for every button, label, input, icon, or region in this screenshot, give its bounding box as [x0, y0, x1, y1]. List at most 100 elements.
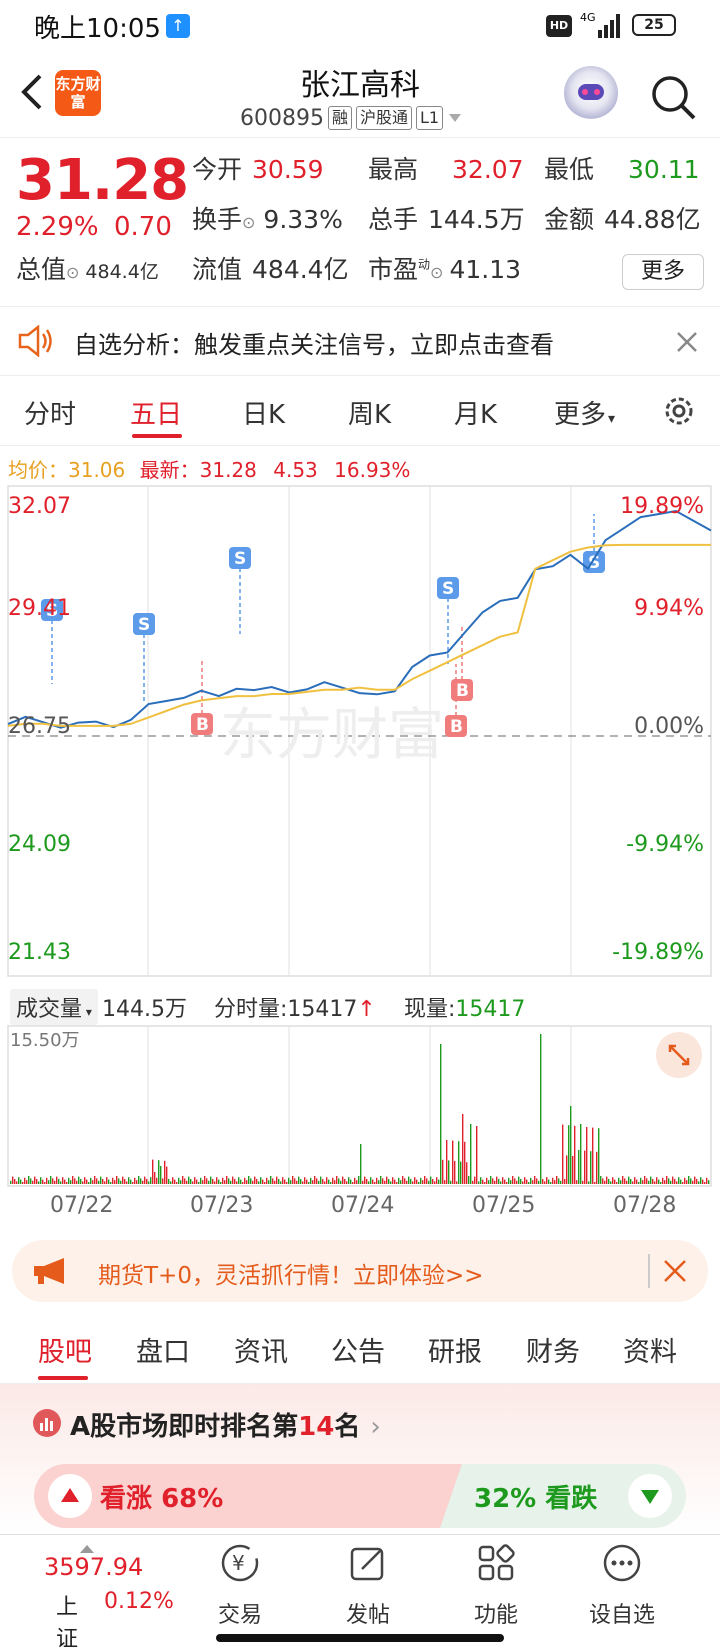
tab-news[interactable]: 资讯	[234, 1330, 288, 1369]
change-amount: 0.70	[114, 212, 172, 242]
volume-bar	[464, 1141, 466, 1184]
tab-order-book[interactable]: 盘口	[136, 1330, 190, 1369]
nav-functions-label[interactable]: 功能	[456, 1597, 536, 1629]
volume-bar	[568, 1125, 570, 1184]
expand-chart-button[interactable]	[656, 1032, 702, 1078]
rank-number: 14	[298, 1412, 335, 1442]
volume-bar	[556, 1176, 558, 1184]
volume-bar	[84, 1177, 86, 1184]
y-right-tick-2: 0.00%	[634, 714, 704, 739]
tab-five-day[interactable]: 五日	[130, 394, 182, 431]
price-line	[7, 509, 712, 729]
svg-text:S: S	[234, 549, 246, 569]
volume-bar	[64, 1179, 66, 1184]
bullish-button[interactable]	[48, 1474, 92, 1518]
more-stats-button[interactable]: 更多	[622, 254, 704, 290]
volume-bar	[266, 1177, 268, 1184]
futures-ad-banner[interactable]: 期货T+0，灵活抓行情！立即体验>>	[12, 1240, 708, 1302]
rank-title[interactable]: A股市场即时排名第14名 ›	[70, 1406, 381, 1443]
volume-bar	[88, 1182, 90, 1184]
search-icon[interactable]	[648, 72, 698, 122]
volume-bar	[22, 1182, 24, 1184]
volume-bar	[538, 1180, 540, 1184]
volume-bar	[604, 1180, 606, 1184]
volume-bar	[218, 1179, 220, 1184]
nav-functions[interactable]	[474, 1541, 518, 1589]
volume-bar	[352, 1182, 354, 1184]
assistant-avatar[interactable]	[564, 66, 618, 120]
analysis-alert[interactable]: 自选分析：触发重点关注信号，立即点击查看	[0, 306, 720, 376]
volume-max-label: 15.50万	[10, 1030, 80, 1051]
volume-bar	[598, 1128, 600, 1184]
buy-marker[interactable]: B	[191, 660, 213, 735]
volume-bar	[342, 1176, 344, 1184]
tab-weekly-k[interactable]: 周K	[348, 394, 391, 431]
pe-dynamic-sup: 动	[418, 257, 431, 272]
volume-bar	[632, 1181, 634, 1184]
tab-profile[interactable]: 资料	[623, 1330, 677, 1369]
volume-bar	[400, 1180, 402, 1184]
volume-bar	[664, 1180, 666, 1184]
open-stat: 今开 30.59	[192, 155, 324, 184]
volume-bar	[460, 1161, 462, 1184]
volume-bar	[608, 1179, 610, 1184]
volume-bar	[322, 1179, 324, 1184]
volume-bar	[634, 1177, 636, 1184]
ad-divider	[648, 1254, 650, 1288]
pe-stat[interactable]: 市盈动⊙ 41.13	[368, 250, 521, 286]
status-bar: 晚上10:05 ↑ HD 4G 25	[0, 0, 720, 52]
pct-value: 16.93%	[334, 458, 411, 482]
nav-watchlist-label[interactable]: 设自选	[582, 1597, 662, 1629]
volume-bar	[566, 1155, 568, 1184]
volume-bar	[510, 1180, 512, 1184]
tab-finance[interactable]: 财务	[526, 1330, 580, 1369]
float-stat: 流值 484.4亿	[192, 255, 349, 284]
volume-bar	[550, 1182, 552, 1184]
nav-trade-label[interactable]: 交易	[200, 1597, 280, 1629]
volume-bar	[646, 1178, 648, 1184]
tab-guba[interactable]: 股吧	[38, 1330, 92, 1369]
tab-monthly-k[interactable]: 月K	[454, 394, 497, 431]
sell-marker[interactable]: S	[133, 613, 155, 702]
mcap-stat[interactable]: 总值⊙ 484.4亿	[16, 250, 159, 286]
volume-bar	[288, 1177, 290, 1184]
nav-trade[interactable]: ¥	[218, 1541, 262, 1589]
stock-code-row[interactable]: 600895 融 沪股通 L1	[240, 104, 463, 132]
avg-label: 均价：	[8, 458, 68, 482]
price-chart-svg[interactable]: 东方财富 SSSSSBBB	[0, 484, 720, 982]
volume-bar	[270, 1176, 272, 1184]
tab-announcements[interactable]: 公告	[331, 1330, 385, 1369]
price-chart[interactable]: 东方财富 SSSSSBBB 32.07 29.41 26.75 24.09 21…	[0, 484, 720, 982]
tab-intraday[interactable]: 分时	[24, 394, 76, 431]
amount-stat: 金额 44.88亿	[544, 205, 701, 234]
volume-bar	[442, 1159, 444, 1184]
tab-more[interactable]: 更多 ▾	[554, 394, 615, 431]
low-value: 30.11	[628, 155, 700, 184]
turnover-stat[interactable]: 换手⊙ 9.33%	[192, 200, 343, 236]
close-icon[interactable]	[676, 331, 698, 353]
volume-bar	[240, 1179, 242, 1184]
volume-bar	[54, 1180, 56, 1184]
volume-bar	[452, 1140, 454, 1184]
volume-bar	[518, 1176, 520, 1184]
tab-daily-k[interactable]: 日K	[242, 394, 285, 431]
volume-bar	[136, 1180, 138, 1184]
volume-bar	[250, 1178, 252, 1184]
sell-marker[interactable]: S	[229, 547, 251, 634]
sell-marker[interactable]: S	[583, 514, 605, 573]
settings-gear-icon[interactable]	[660, 392, 698, 430]
change-percent: 2.29%	[16, 212, 99, 242]
volume-bar	[110, 1182, 112, 1184]
ad-close-icon[interactable]	[662, 1258, 688, 1284]
volume-bar	[96, 1178, 98, 1184]
volume-selector[interactable]: 成交量 ▾	[10, 989, 98, 1025]
tab-research[interactable]: 研报	[428, 1330, 482, 1369]
nav-watchlist[interactable]	[600, 1541, 644, 1589]
volume-bar	[158, 1160, 160, 1184]
volume-bar	[122, 1176, 124, 1184]
nav-post[interactable]	[346, 1541, 390, 1589]
nav-post-label[interactable]: 发帖	[328, 1597, 408, 1629]
volume-bar	[420, 1177, 422, 1184]
volume-bar	[498, 1179, 500, 1184]
bearish-button[interactable]	[628, 1474, 672, 1518]
